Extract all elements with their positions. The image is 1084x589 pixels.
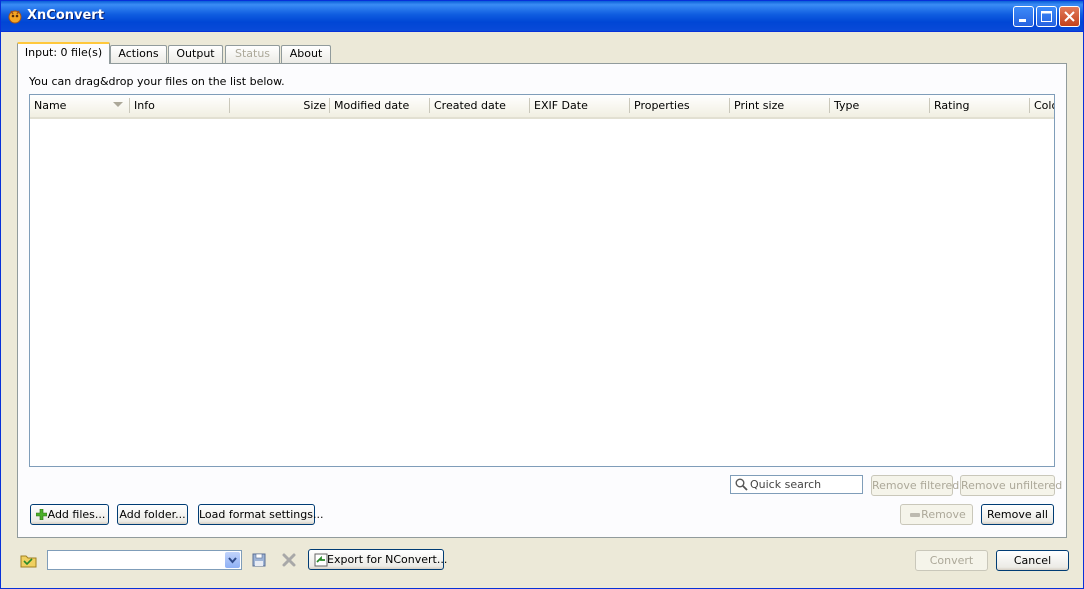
load-format-settings-button[interactable]: Load format settings... — [198, 504, 323, 525]
input-panel: You can drag&drop your files on the list… — [17, 63, 1067, 538]
convert-button[interactable]: Convert — [915, 550, 988, 571]
plus-icon — [36, 509, 47, 520]
minimize-button[interactable] — [1013, 6, 1034, 27]
title-bar[interactable]: XnConvert — [1, 1, 1083, 32]
sort-descending-icon — [113, 102, 123, 107]
cancel-button[interactable]: Cancel — [996, 550, 1069, 571]
app-window: XnConvert Input: 0 file(s) Actions Outpu… — [0, 0, 1084, 589]
tab-about[interactable]: About — [281, 45, 331, 63]
add-files-label: Add files... — [47, 508, 106, 521]
minus-icon — [910, 513, 920, 517]
column-header-print-size[interactable]: Print size — [730, 95, 830, 117]
add-folder-button[interactable]: Add folder... — [117, 504, 188, 525]
export-icon — [314, 553, 328, 567]
maximize-icon — [1041, 11, 1052, 22]
column-header-info[interactable]: Info — [130, 95, 230, 117]
minimize-icon — [1019, 19, 1026, 22]
remove-label: Remove — [921, 508, 966, 521]
column-header-size[interactable]: Size — [230, 95, 330, 117]
column-header-created-date[interactable]: Created date — [430, 95, 530, 117]
tab-status[interactable]: Status — [225, 45, 280, 63]
preset-combobox[interactable] — [47, 550, 242, 570]
search-icon — [735, 478, 748, 491]
save-preset-button[interactable] — [251, 552, 267, 568]
column-header-type[interactable]: Type — [830, 95, 930, 117]
save-icon — [252, 553, 266, 567]
tab-actions[interactable]: Actions — [110, 45, 167, 63]
remove-unfiltered-button[interactable]: Remove unfiltered — [960, 475, 1062, 496]
quick-search-placeholder: Quick search — [750, 478, 822, 491]
column-header-exif-date[interactable]: EXIF Date — [530, 95, 630, 117]
drag-drop-hint: You can drag&drop your files on the list… — [29, 75, 285, 88]
folder-icon — [20, 555, 37, 568]
file-list-header: Name Info Size Modified date Created dat… — [30, 95, 1054, 119]
combobox-dropdown-button[interactable] — [225, 552, 240, 568]
chevron-down-icon — [228, 557, 237, 564]
close-button[interactable] — [1059, 6, 1080, 27]
close-icon — [1064, 11, 1075, 22]
delete-icon — [282, 553, 296, 567]
window-title: XnConvert — [27, 8, 104, 23]
remove-all-button[interactable]: Remove all — [981, 504, 1054, 525]
folder-browse-button[interactable] — [18, 550, 39, 571]
file-list[interactable]: Name Info Size Modified date Created dat… — [29, 94, 1055, 467]
quick-search-input[interactable]: Quick search — [730, 475, 863, 494]
export-for-nconvert-label: Export for NConvert... — [327, 553, 448, 566]
delete-preset-button[interactable] — [281, 552, 297, 568]
remove-button[interactable]: Remove — [900, 504, 973, 525]
add-files-button[interactable]: Add files... — [30, 504, 109, 525]
xnconvert-logo-icon — [8, 10, 22, 24]
column-header-properties[interactable]: Properties — [630, 95, 730, 117]
remove-filtered-button[interactable]: Remove filtered — [871, 475, 959, 496]
export-for-nconvert-button[interactable]: Export for NConvert... — [308, 549, 448, 570]
column-header-modified-date[interactable]: Modified date — [330, 95, 430, 117]
column-header-rating[interactable]: Rating — [930, 95, 1030, 117]
tab-output[interactable]: Output — [168, 45, 223, 63]
column-header-color[interactable]: Color — [1030, 95, 1054, 117]
tab-input[interactable]: Input: 0 file(s) — [17, 42, 110, 64]
maximize-button[interactable] — [1036, 6, 1057, 27]
